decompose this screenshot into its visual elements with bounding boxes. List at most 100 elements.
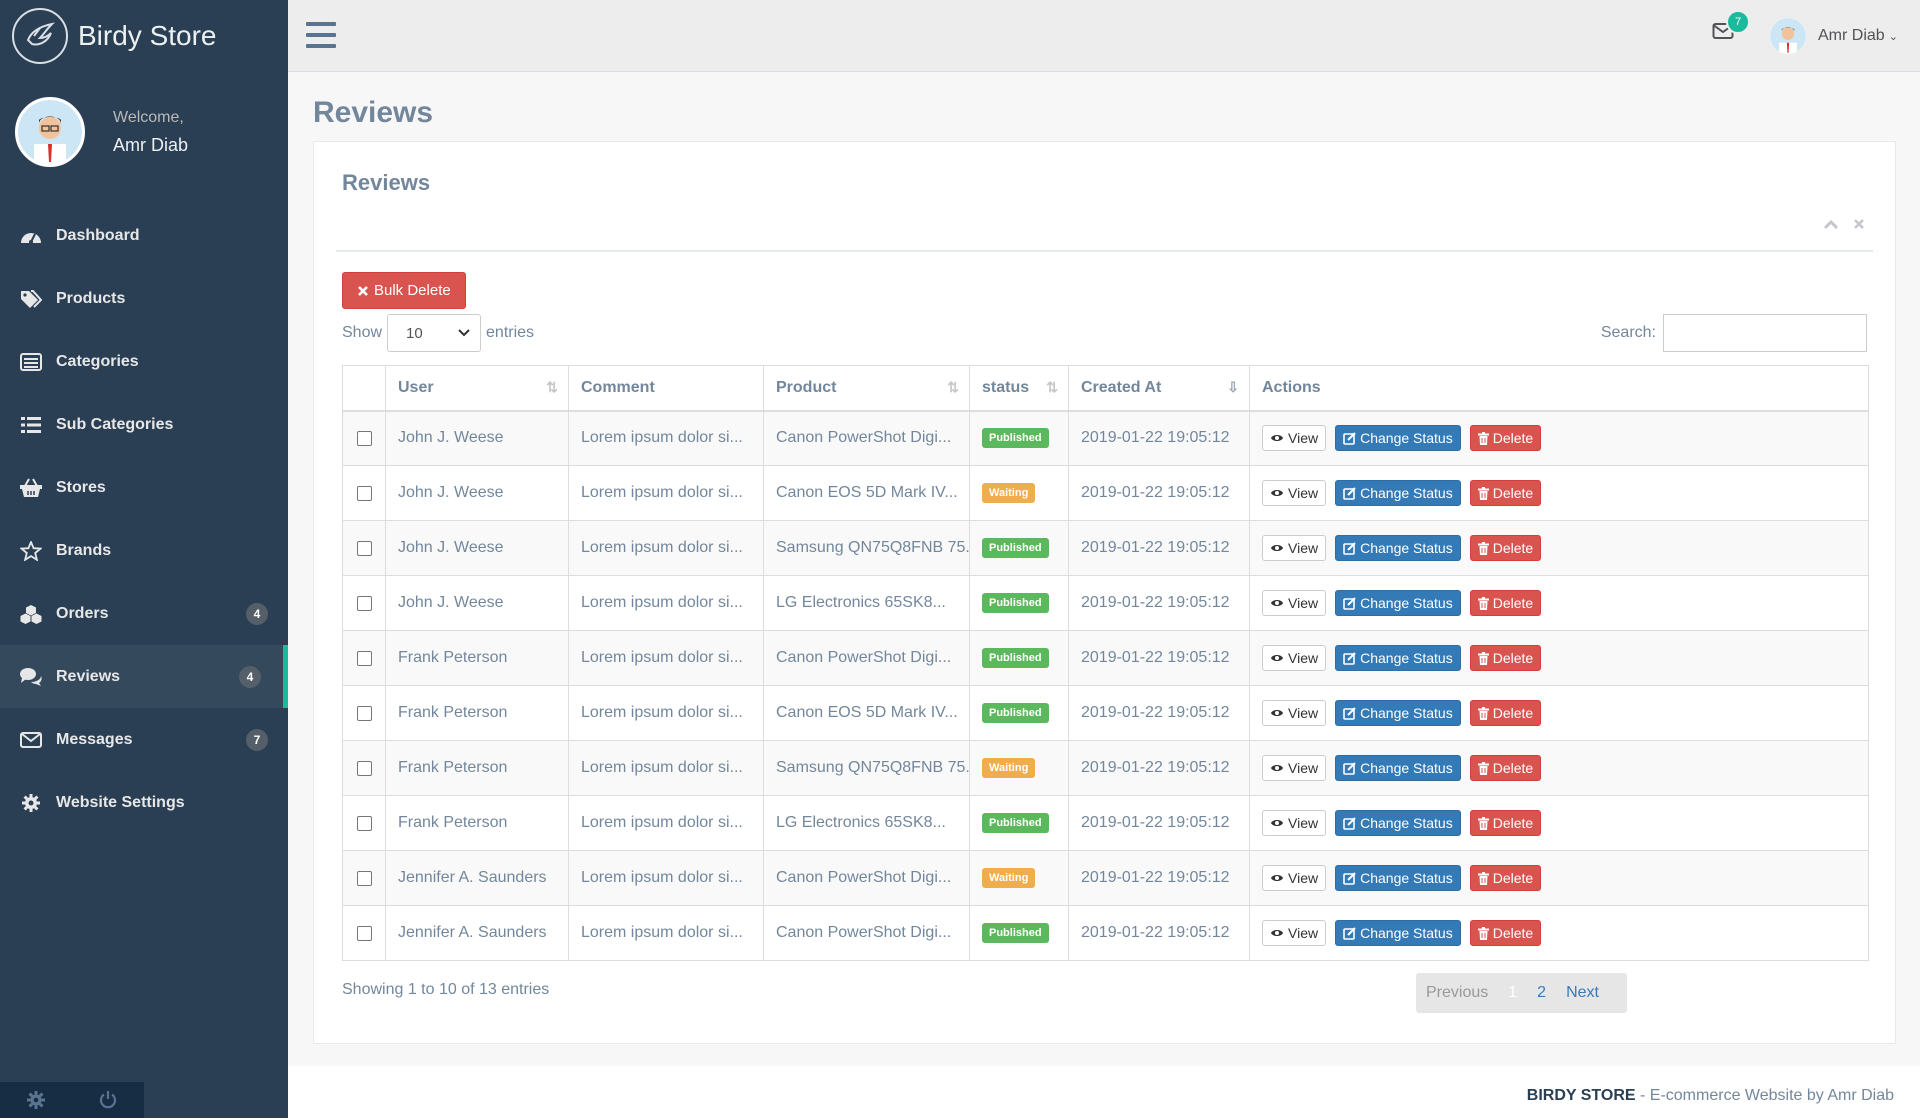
column-header-status[interactable]: status ⇅	[969, 365, 1069, 412]
column-header-created-at[interactable]: Created At ⇩	[1068, 365, 1250, 412]
sidebar-item-website-settings[interactable]: Website Settings	[0, 771, 288, 834]
delete-button[interactable]: Delete	[1469, 425, 1542, 452]
row-checkbox[interactable]	[356, 925, 372, 941]
view-button[interactable]: View	[1262, 645, 1327, 671]
page-1-button[interactable]: 1	[1498, 984, 1527, 1002]
view-button[interactable]: View	[1262, 865, 1327, 891]
top-navbar: 7 Amr Diab ⌄	[288, 0, 1920, 72]
trash-icon	[1477, 926, 1489, 940]
change-status-button[interactable]: Change Status	[1335, 755, 1461, 781]
eye-icon	[1271, 875, 1283, 881]
created-at-cell: 2019-01-22 19:05:12	[1068, 465, 1250, 521]
page-length-value: 10	[406, 324, 423, 342]
edit-icon	[1343, 541, 1356, 555]
sidebar-item-orders[interactable]: Orders 4	[0, 582, 288, 645]
page-2-button[interactable]: 2	[1527, 984, 1556, 1002]
change-status-button[interactable]: Change Status	[1335, 645, 1461, 671]
row-checkbox[interactable]	[356, 705, 372, 721]
power-off-icon[interactable]	[72, 1082, 144, 1118]
page-length-select[interactable]: 10	[387, 314, 482, 352]
change-status-label: Change Status	[1360, 705, 1453, 721]
basket-icon	[18, 477, 44, 499]
change-status-button[interactable]: Change Status	[1335, 920, 1461, 946]
star-icon	[18, 540, 44, 562]
view-button[interactable]: View	[1262, 810, 1327, 836]
show-label: Show	[342, 324, 383, 341]
view-button[interactable]: View	[1262, 425, 1327, 452]
change-status-button[interactable]: Change Status	[1335, 810, 1461, 836]
sidebar-item-brands[interactable]: Brands	[0, 519, 288, 582]
delete-button[interactable]: Delete	[1469, 920, 1542, 946]
row-checkbox[interactable]	[356, 815, 372, 831]
column-header-user[interactable]: User ⇅	[385, 365, 569, 412]
status-badge: Published	[982, 703, 1049, 723]
sidebar-item-label: Products	[56, 289, 126, 307]
close-icon[interactable]	[1853, 214, 1865, 235]
sidebar-item-products[interactable]: Products	[0, 267, 288, 330]
mail-icon[interactable]: 7	[1712, 10, 1750, 45]
column-header-product[interactable]: Product ⇅	[763, 365, 970, 412]
change-status-button[interactable]: Change Status	[1335, 480, 1461, 506]
change-status-label: Change Status	[1360, 595, 1453, 611]
row-checkbox[interactable]	[356, 650, 372, 666]
row-checkbox[interactable]	[356, 540, 372, 556]
settings-icon[interactable]	[0, 1082, 72, 1118]
collapse-up-icon[interactable]	[1823, 214, 1839, 235]
table-row: John J. Weese Lorem ipsum dolor si... Sams…	[342, 520, 1869, 576]
delete-button[interactable]: Delete	[1469, 645, 1542, 671]
row-checkbox[interactable]	[356, 870, 372, 886]
sidebar-item-messages[interactable]: Messages 7	[0, 708, 288, 771]
view-button[interactable]: View	[1262, 590, 1327, 616]
edit-icon	[1343, 926, 1356, 940]
sidebar-item-dashboard[interactable]: Dashboard	[0, 204, 288, 267]
view-button[interactable]: View	[1262, 755, 1327, 781]
user-cell: John J. Weese	[385, 465, 569, 521]
delete-button[interactable]: Delete	[1469, 865, 1542, 891]
change-status-button[interactable]: Change Status	[1335, 700, 1461, 726]
bulk-delete-button[interactable]: Bulk Delete	[342, 272, 466, 309]
status-cell: Published	[969, 520, 1069, 576]
view-button[interactable]: View	[1262, 480, 1327, 506]
delete-button[interactable]: Delete	[1469, 590, 1542, 616]
change-status-button[interactable]: Change Status	[1335, 425, 1461, 452]
product-cell: Canon EOS 5D Mark IV...	[763, 685, 970, 741]
profile-name: Amr Diab	[113, 134, 189, 155]
row-checkbox[interactable]	[356, 430, 372, 446]
table-row: Frank Peterson Lorem ipsum dolor si... LG …	[342, 795, 1869, 851]
column-label: status	[982, 378, 1030, 396]
status-badge: Published	[982, 538, 1049, 558]
sidebar-item-stores[interactable]: Stores	[0, 456, 288, 519]
row-checkbox[interactable]	[356, 485, 372, 501]
change-status-button[interactable]: Change Status	[1335, 535, 1461, 561]
row-checkbox[interactable]	[356, 595, 372, 611]
previous-page-button[interactable]: Previous	[1416, 984, 1498, 1002]
panel-tools	[1823, 214, 1865, 235]
view-button[interactable]: View	[1262, 920, 1327, 946]
sidebar-item-categories[interactable]: Categories	[0, 330, 288, 393]
view-button[interactable]: View	[1262, 700, 1327, 726]
comment-cell: Lorem ipsum dolor si...	[568, 575, 764, 631]
comment-cell: Lorem ipsum dolor si...	[568, 630, 764, 686]
sort-icon: ⇅	[947, 379, 959, 395]
delete-button[interactable]: Delete	[1469, 480, 1542, 506]
next-page-button[interactable]: Next	[1556, 984, 1609, 1002]
change-status-button[interactable]: Change Status	[1335, 865, 1461, 891]
table-row: Jennifer A. Saunders Lorem ipsum dolor si…	[342, 850, 1869, 906]
brand[interactable]: Birdy Store	[0, 0, 288, 72]
search-input[interactable]	[1663, 314, 1867, 352]
delete-button[interactable]: Delete	[1469, 535, 1542, 561]
row-checkbox[interactable]	[356, 760, 372, 776]
menu-toggle-icon[interactable]	[306, 20, 336, 50]
user-dropdown[interactable]: Amr Diab ⌄	[1770, 18, 1898, 54]
user-cell: Frank Peterson	[385, 795, 569, 851]
sort-icon: ⇅	[1046, 379, 1058, 395]
view-button[interactable]: View	[1262, 535, 1327, 561]
comment-cell: Lorem ipsum dolor si...	[568, 520, 764, 576]
delete-button[interactable]: Delete	[1469, 700, 1542, 726]
delete-button[interactable]: Delete	[1469, 810, 1542, 836]
sidebar-item-reviews[interactable]: Reviews 4	[0, 645, 288, 708]
sidebar-item-sub-categories[interactable]: Sub Categories	[0, 393, 288, 456]
delete-button[interactable]: Delete	[1469, 755, 1542, 781]
change-status-button[interactable]: Change Status	[1335, 590, 1461, 616]
status-cell: Published	[969, 795, 1069, 851]
